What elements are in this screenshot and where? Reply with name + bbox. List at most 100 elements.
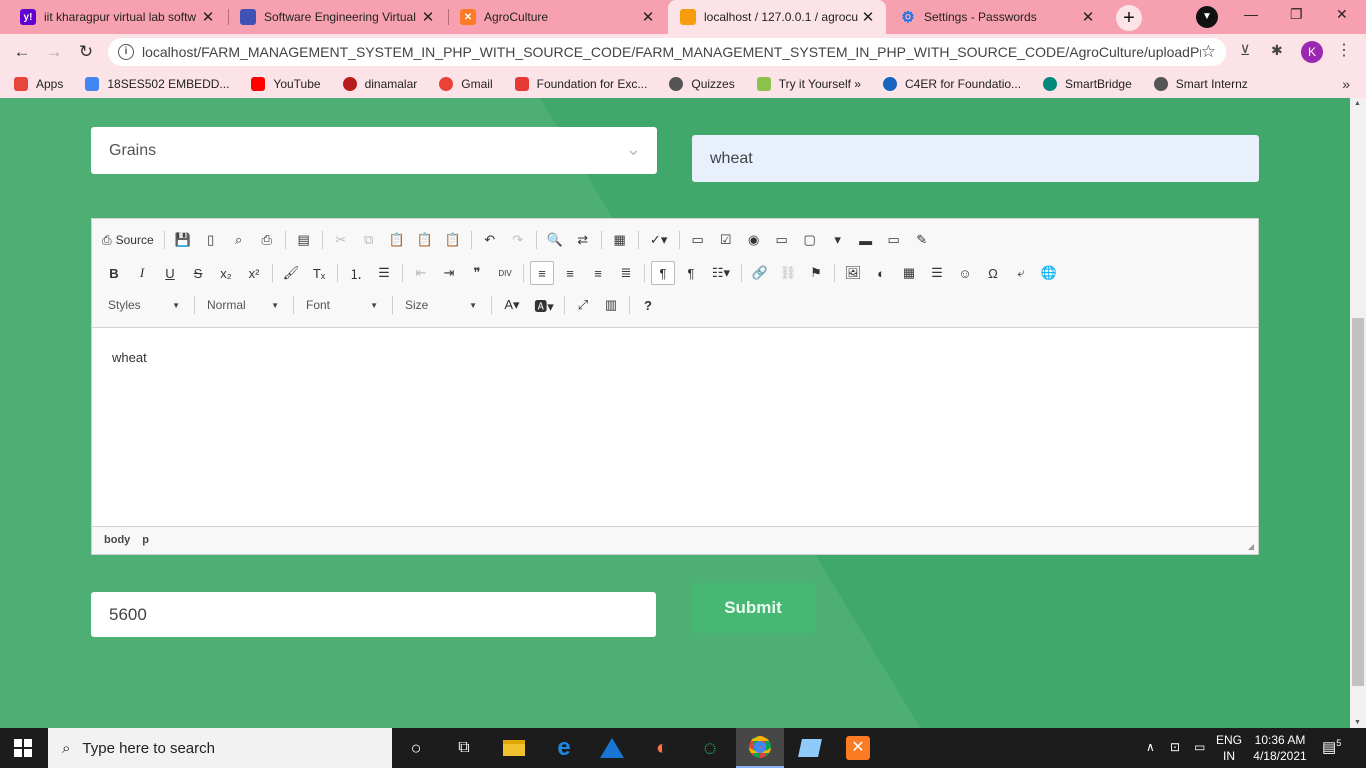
superscript-icon[interactable]: x² (242, 261, 266, 285)
tab-iit-kharagpur[interactable]: y! iit kharagpur virtual lab softw ✕ (8, 0, 226, 34)
button-field-icon[interactable]: ▬ (854, 228, 878, 252)
pocket-icon[interactable]: ⊻ (1240, 42, 1250, 59)
iframe-icon[interactable]: 🌐 (1037, 261, 1061, 285)
paste-text-icon[interactable]: 📋 (413, 228, 437, 252)
close-icon[interactable]: ✕ (200, 8, 216, 26)
page-scrollbar[interactable]: ▲ ▼ (1350, 98, 1366, 728)
bookmarks-overflow-icon[interactable]: » (1342, 76, 1350, 92)
spellcheck-icon[interactable]: ✓▾ (645, 228, 673, 252)
bookmark-smart-internz[interactable]: Smart Internz (1153, 77, 1248, 91)
price-input[interactable]: 5600 (91, 592, 656, 637)
file-explorer-icon[interactable] (490, 728, 538, 768)
copy-format-icon[interactable]: 🖌 (279, 261, 303, 285)
tab-phpmyadmin[interactable]: localhost / 127.0.0.1 / agrocu ✕ (668, 0, 886, 34)
justify-icon[interactable]: ≣ (614, 261, 638, 285)
info-icon[interactable]: i (118, 44, 134, 60)
new-page-icon[interactable]: ▯ (199, 228, 223, 252)
paste-word-icon[interactable]: 📋 (441, 228, 465, 252)
help-icon[interactable]: ? (636, 293, 660, 317)
bookmark-apps[interactable]: Apps (14, 77, 63, 91)
editor-paragraph[interactable]: wheat (112, 350, 1238, 365)
preview-icon[interactable]: ⌕ (227, 228, 251, 252)
select-field-icon[interactable]: ▾ (826, 228, 850, 252)
restore-icon[interactable]: ❐ (1290, 6, 1303, 23)
close-icon[interactable]: ✕ (640, 8, 656, 26)
save-icon[interactable]: 💾 (171, 228, 195, 252)
special-char-icon[interactable]: Ω (981, 261, 1005, 285)
numbered-list-icon[interactable]: ⒈ (344, 261, 368, 285)
div-container-icon[interactable]: DIV (493, 261, 517, 285)
tab-agroculture[interactable]: ✕ AgroCulture ✕ (448, 0, 666, 34)
smiley-icon[interactable]: ☺ (953, 261, 977, 285)
chevron-up-icon[interactable]: ∧ (1146, 740, 1155, 754)
taskbar-search-box[interactable]: ⌕ Type here to search (48, 728, 392, 768)
underline-icon[interactable]: U (158, 261, 182, 285)
back-icon[interactable]: ← (10, 40, 34, 64)
paste-icon[interactable]: 📋 (385, 228, 409, 252)
bulleted-list-icon[interactable]: ☰ (372, 261, 396, 285)
scroll-up-icon[interactable]: ▲ (1354, 100, 1361, 107)
bold-icon[interactable]: B (102, 261, 126, 285)
checkbox-icon[interactable]: ☑ (714, 228, 738, 252)
unlink-icon[interactable]: ⛓ (776, 261, 800, 285)
image-icon[interactable]: 🖼 (841, 261, 865, 285)
bookmark-foundation[interactable]: Foundation for Exc... (514, 77, 647, 91)
scrollbar-thumb[interactable] (1352, 318, 1364, 686)
minimize-icon[interactable]: — (1244, 6, 1258, 22)
textarea-icon[interactable]: ▢ (798, 228, 822, 252)
path-p[interactable]: p (142, 534, 149, 546)
anchor-icon[interactable]: ⚑ (804, 261, 828, 285)
bookmark-youtube[interactable]: YouTube (251, 77, 321, 91)
notes-app-icon[interactable] (786, 728, 834, 768)
horizontal-line-icon[interactable]: ☰ (925, 261, 949, 285)
rtl-icon[interactable]: ¶ (679, 261, 703, 285)
redo-icon[interactable]: ↷ (506, 228, 530, 252)
undo-icon[interactable]: ↶ (478, 228, 502, 252)
italic-icon[interactable]: I (130, 261, 154, 285)
align-left-icon[interactable]: ≡ (530, 261, 554, 285)
window-close-icon[interactable]: ✕ (1336, 6, 1348, 23)
copy-icon[interactable]: ⧉ (357, 228, 381, 252)
language-indicator[interactable]: ENG IN (1216, 732, 1242, 764)
resize-handle-icon[interactable]: ◢ (1248, 542, 1254, 551)
battery-icon[interactable]: ▭ (1194, 740, 1205, 754)
clock[interactable]: 10:36 AM 4/18/2021 (1250, 732, 1310, 764)
cut-icon[interactable]: ✂ (329, 228, 353, 252)
bookmark-try-it[interactable]: Try it Yourself » (756, 77, 861, 91)
replace-icon[interactable]: ⇄ (571, 228, 595, 252)
notification-center-icon[interactable]: ▤5 (1322, 738, 1341, 756)
subscript-icon[interactable]: x₂ (214, 261, 238, 285)
tab-settings-passwords[interactable]: ⚙ Settings - Passwords ✕ (888, 0, 1106, 34)
tab-search-icon[interactable]: ▼ (1196, 6, 1218, 28)
task-view-icon[interactable]: ⧉ (440, 728, 488, 768)
blockquote-icon[interactable]: ❞ (465, 261, 489, 285)
remove-format-icon[interactable]: Tₓ (307, 261, 331, 285)
font-dropdown[interactable]: Font ▼ (300, 294, 384, 316)
profile-avatar[interactable]: K (1301, 41, 1323, 63)
maximize-icon[interactable]: ⤢ (571, 293, 595, 317)
align-right-icon[interactable]: ≡ (586, 261, 610, 285)
indent-icon[interactable]: ⇥ (437, 261, 461, 285)
network-icon[interactable]: ⊡ (1170, 740, 1180, 754)
product-name-input[interactable]: wheat (692, 135, 1259, 182)
show-blocks-icon[interactable]: ▥ (599, 293, 623, 317)
styles-dropdown[interactable]: Styles ▼ (102, 294, 186, 316)
chrome-icon[interactable] (736, 728, 784, 768)
bookmark-quizzes[interactable]: Quizzes (669, 77, 735, 91)
close-icon[interactable]: ✕ (860, 8, 876, 26)
close-icon[interactable]: ✕ (420, 8, 436, 26)
ltr-icon[interactable]: ¶ (651, 261, 675, 285)
bookmark-dinamalar[interactable]: dinamalar (342, 77, 417, 91)
radio-icon[interactable]: ◉ (742, 228, 766, 252)
select-all-icon[interactable]: ▦ (608, 228, 632, 252)
category-select[interactable]: Grains ⌄ (91, 127, 657, 174)
templates-icon[interactable]: ▤ (292, 228, 316, 252)
editor-content-area[interactable]: wheat (92, 327, 1258, 527)
forward-icon[interactable]: → (42, 40, 66, 64)
language-icon[interactable]: ☷▾ (707, 261, 735, 285)
page-break-icon[interactable]: ⤶ (1009, 261, 1033, 285)
source-button[interactable]: ⎙ Source (102, 233, 154, 248)
internet-explorer-icon[interactable]: e (540, 728, 588, 768)
app-icon[interactable] (588, 728, 636, 768)
link-icon[interactable]: 🔗 (748, 261, 772, 285)
